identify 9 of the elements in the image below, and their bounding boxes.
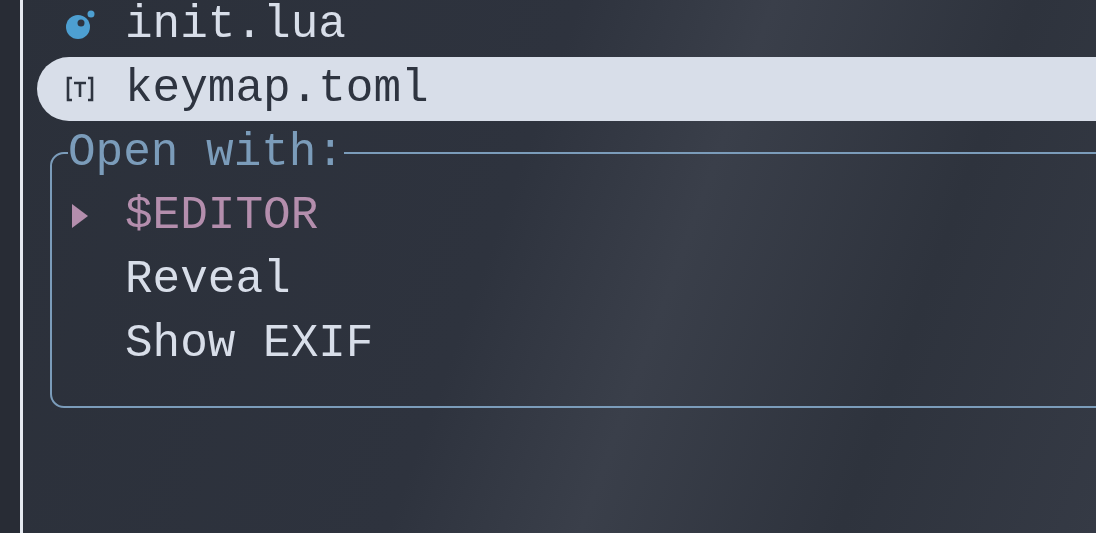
file-row[interactable]: init.lua	[37, 0, 1096, 57]
text-file-icon	[65, 76, 95, 102]
dialog-title: Open with:	[68, 126, 345, 181]
triangle-icon	[72, 204, 88, 228]
menu-item[interactable]: Reveal	[72, 248, 1096, 312]
file-row[interactable]: keymap.toml	[37, 57, 1096, 121]
circle-icon	[65, 10, 95, 40]
menu-item[interactable]: Show EXIF	[72, 312, 1096, 376]
menu-item[interactable]: $EDITOR	[72, 184, 1096, 248]
